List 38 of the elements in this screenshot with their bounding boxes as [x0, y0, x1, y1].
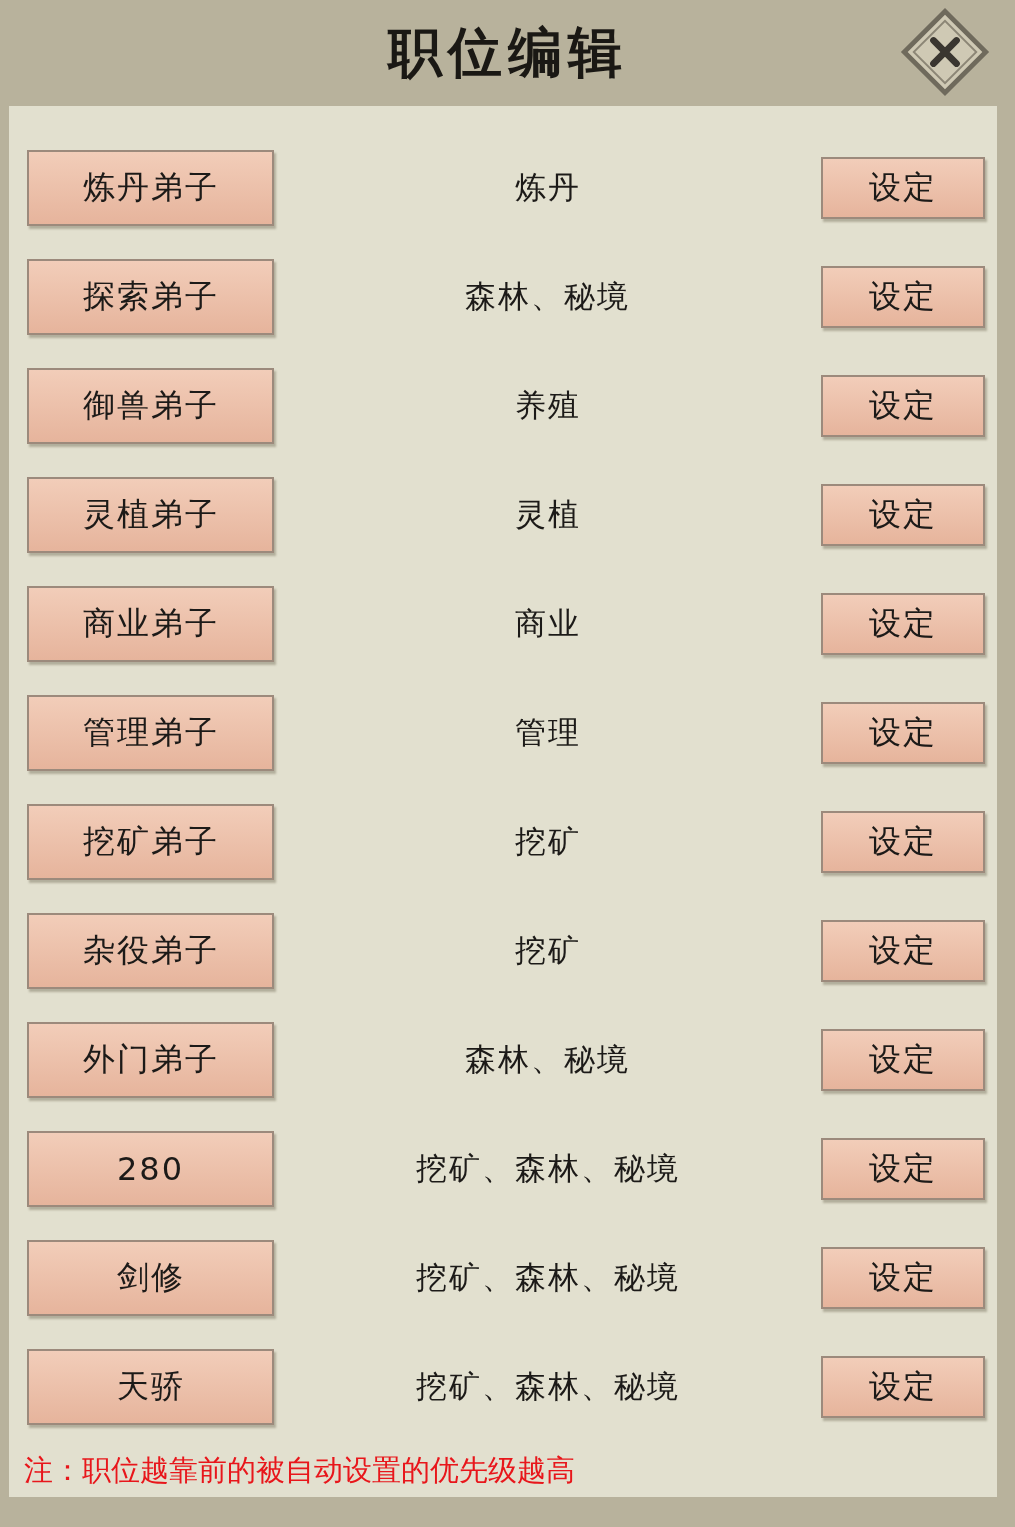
set-button[interactable]: 设定 — [821, 483, 985, 546]
position-button[interactable]: 挖矿弟子 — [27, 803, 274, 880]
set-button[interactable]: 设定 — [821, 592, 985, 655]
set-button[interactable]: 设定 — [821, 810, 985, 873]
set-button[interactable]: 设定 — [821, 1028, 985, 1091]
duties-label: 挖矿、森林、秘境 — [414, 1366, 681, 1406]
position-button[interactable]: 探索弟子 — [27, 258, 274, 335]
set-button[interactable]: 设定 — [821, 374, 985, 437]
position-button[interactable]: 杂役弟子 — [27, 912, 274, 989]
duties-label: 挖矿、森林、秘境 — [414, 1257, 681, 1297]
position-button[interactable]: 管理弟子 — [27, 694, 274, 771]
duties-label: 森林、秘境 — [464, 1039, 631, 1079]
position-button[interactable]: 炼丹弟子 — [27, 149, 274, 226]
position-button[interactable]: 280 — [27, 1130, 274, 1207]
set-button[interactable]: 设定 — [821, 265, 985, 328]
window-title: 职位编辑 — [387, 18, 628, 86]
duties-label: 挖矿 — [513, 821, 582, 861]
duties-label: 挖矿、森林、秘境 — [414, 1148, 681, 1188]
note-text: 注：职位越靠前的被自动设置的优先级越高 — [24, 1452, 576, 1489]
set-button[interactable]: 设定 — [821, 156, 985, 219]
duties-label: 挖矿 — [513, 930, 582, 970]
set-button[interactable]: 设定 — [821, 1246, 985, 1309]
duties-label: 炼丹 — [513, 167, 582, 207]
duties-label: 森林、秘境 — [464, 276, 631, 316]
position-button[interactable]: 灵植弟子 — [27, 476, 274, 553]
set-button[interactable]: 设定 — [821, 1355, 985, 1418]
duties-label: 管理 — [513, 712, 582, 752]
set-button[interactable]: 设定 — [821, 1137, 985, 1200]
position-button[interactable]: 天骄 — [27, 1348, 274, 1425]
duties-label: 商业 — [513, 603, 582, 643]
position-button[interactable]: 御兽弟子 — [27, 367, 274, 444]
position-button[interactable]: 剑修 — [27, 1239, 274, 1316]
set-button[interactable]: 设定 — [821, 701, 985, 764]
position-button[interactable]: 商业弟子 — [27, 585, 274, 662]
set-button[interactable]: 设定 — [821, 919, 985, 982]
duties-label: 养殖 — [513, 385, 582, 425]
duties-label: 灵植 — [513, 494, 582, 534]
position-button[interactable]: 外门弟子 — [27, 1021, 274, 1098]
